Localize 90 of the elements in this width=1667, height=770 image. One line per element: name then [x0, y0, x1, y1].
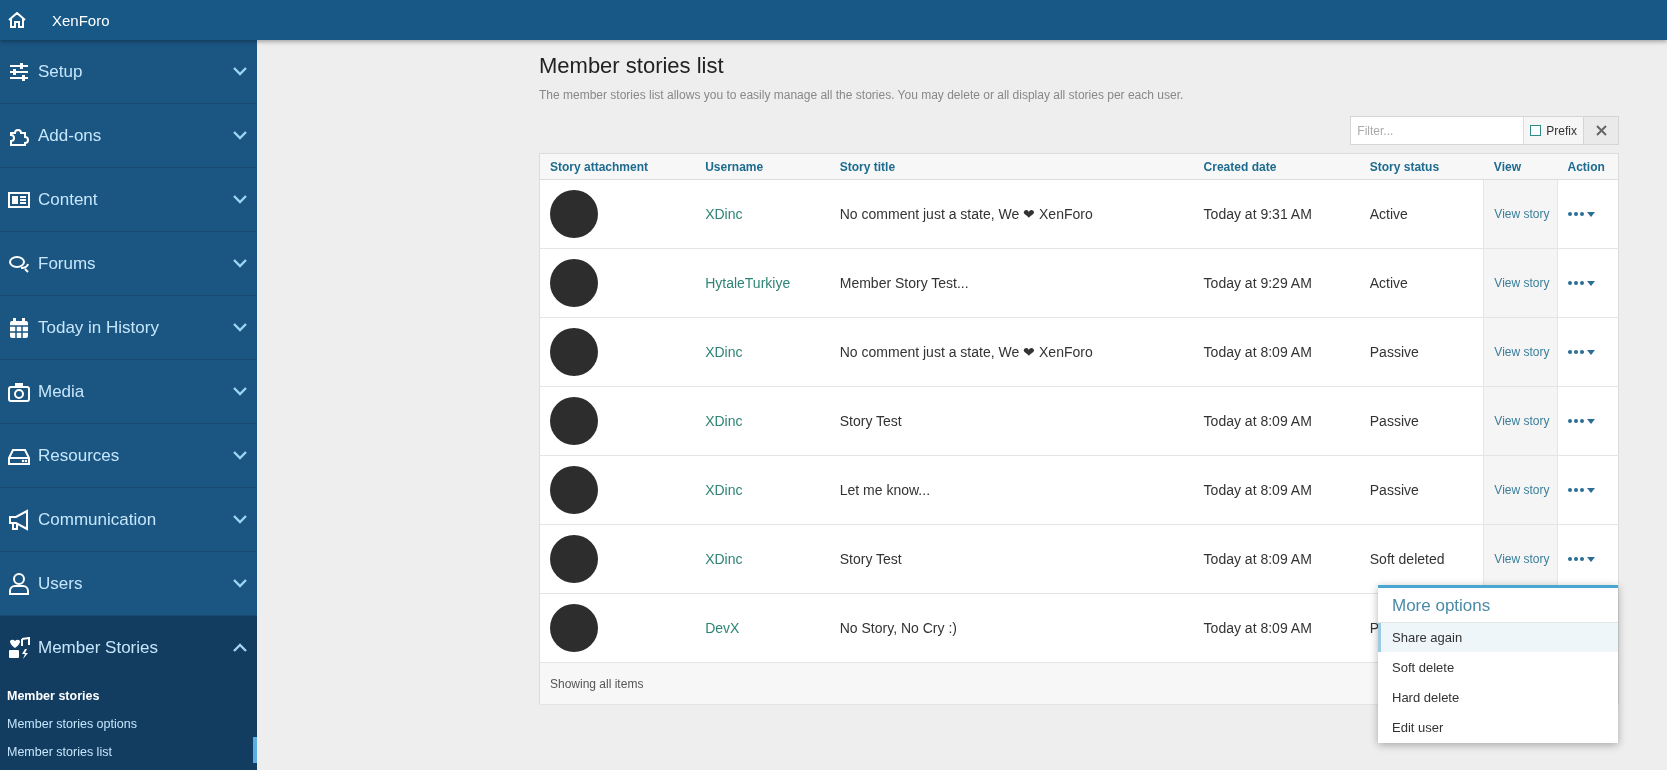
column-header: Story status [1359, 153, 1484, 180]
ellipsis-icon [1567, 488, 1584, 492]
menu-item[interactable]: Share again [1378, 623, 1618, 652]
sidebar-item[interactable]: Content [0, 168, 257, 232]
table-cell: No Story, No Cry :) [829, 593, 1194, 663]
chevron-down-icon [233, 67, 247, 76]
media-collage-icon [8, 636, 30, 659]
username-link[interactable]: XDinc [705, 344, 743, 360]
column-header: Story title [829, 153, 1194, 180]
table-cell: Today at 8:09 AM [1193, 593, 1360, 663]
sidebar-heading: Member stories [6, 688, 101, 705]
chevron-down-icon [233, 579, 247, 588]
camera-icon [8, 380, 30, 403]
table-cell: Today at 9:29 AM [1193, 248, 1360, 318]
caret-icon [1586, 280, 1595, 286]
table-cell: Today at 8:09 AM [1193, 455, 1360, 525]
sliders-icon [8, 60, 30, 83]
filter-field[interactable]: Filter... Prefix [1350, 116, 1584, 145]
table-cell: Member Story Test... [829, 248, 1194, 318]
chevron-down-icon [233, 195, 247, 204]
caret-icon [1586, 556, 1595, 562]
ellipsis-icon [1567, 419, 1584, 423]
photo-placeholder [550, 535, 598, 583]
megaphone-icon [8, 508, 30, 531]
chevron-down-icon [233, 323, 247, 332]
username-link[interactable]: XDinc [705, 206, 743, 222]
prefix-checkbox[interactable]: Prefix [1523, 117, 1583, 144]
chevron-down-icon [233, 387, 247, 396]
chevron-up-icon [233, 643, 247, 652]
table-cell: Story Test [829, 524, 1194, 594]
column-header: Username [695, 153, 830, 180]
site-title[interactable]: XenForo [52, 11, 110, 29]
chevron-down-icon [233, 515, 247, 524]
caret-icon [1586, 418, 1595, 424]
sidebar-item[interactable]: Forums [0, 232, 257, 296]
photo-placeholder [550, 604, 598, 652]
username-link[interactable]: XDinc [705, 482, 743, 498]
username-link[interactable]: HytaleTurkiye [705, 275, 791, 291]
sidebar-item[interactable]: Setup [0, 40, 257, 104]
chevron-down-icon [233, 259, 247, 268]
table-cell: No comment just a state, We ❤ XenForo [829, 179, 1194, 249]
ellipsis-icon [1567, 281, 1584, 285]
ellipsis-icon [1567, 557, 1584, 561]
photo-placeholder [550, 397, 598, 445]
caret-icon [1586, 349, 1595, 355]
page-title: Member stories list [539, 53, 725, 79]
table-cell: Today at 8:09 AM [1193, 524, 1360, 594]
sidebar-item[interactable]: Communication [0, 488, 257, 552]
column-header: Created date [1193, 153, 1360, 180]
sidebar-item[interactable]: Resources [0, 424, 257, 488]
photo-placeholder [550, 466, 598, 514]
table-cell: Today at 9:31 AM [1193, 179, 1360, 249]
calendar-icon [8, 316, 30, 339]
photo-placeholder [550, 190, 598, 238]
chevron-down-icon [233, 451, 247, 460]
username-link[interactable]: XDinc [705, 413, 743, 429]
view-story-link[interactable]: View story [1494, 207, 1550, 221]
person-icon [8, 572, 30, 595]
sidebar-item[interactable]: Member Stories [0, 616, 257, 679]
username-link[interactable]: DevX [705, 620, 740, 636]
photo-placeholder [550, 328, 598, 376]
sidebar-link[interactable]: Member stories options [0, 713, 257, 735]
ellipsis-icon [1567, 212, 1584, 216]
ellipsis-icon [1567, 350, 1584, 354]
home-icon[interactable] [8, 12, 26, 28]
view-story-link[interactable]: View story [1494, 276, 1550, 290]
table-cell: Today at 8:09 AM [1193, 386, 1360, 456]
table-cell: No comment just a state, We ❤ XenForo [829, 317, 1194, 387]
view-story-link[interactable]: View story [1494, 414, 1550, 428]
column-header: Story attachment [539, 153, 696, 180]
page-description: The member stories list allows you to easily manage all the stories. You may delete or all display all stories per each user. [539, 88, 1185, 102]
username-link[interactable]: XDinc [705, 551, 743, 567]
column-header: View [1483, 153, 1558, 180]
column-header: Action [1557, 153, 1619, 180]
caret-icon [1586, 487, 1595, 493]
view-story-link[interactable]: View story [1494, 552, 1550, 566]
table-cell: Today at 8:09 AM [1193, 317, 1360, 387]
close-icon [1595, 125, 1607, 136]
sidebar-item[interactable]: Today in History [0, 296, 257, 360]
view-story-link[interactable]: View story [1494, 345, 1550, 359]
view-story-link[interactable]: View story [1494, 483, 1550, 497]
sidebar-item[interactable]: Add-ons [0, 104, 257, 168]
sidebar-item[interactable]: Media [0, 360, 257, 424]
caret-icon [1586, 211, 1595, 217]
photo-placeholder [550, 259, 598, 307]
menu-item[interactable]: Edit user [1378, 713, 1618, 742]
chevron-down-icon [233, 131, 247, 140]
table-cell: Story Test [829, 386, 1194, 456]
table-cell: Let me know... [829, 455, 1194, 525]
clear-button[interactable] [1584, 116, 1619, 145]
